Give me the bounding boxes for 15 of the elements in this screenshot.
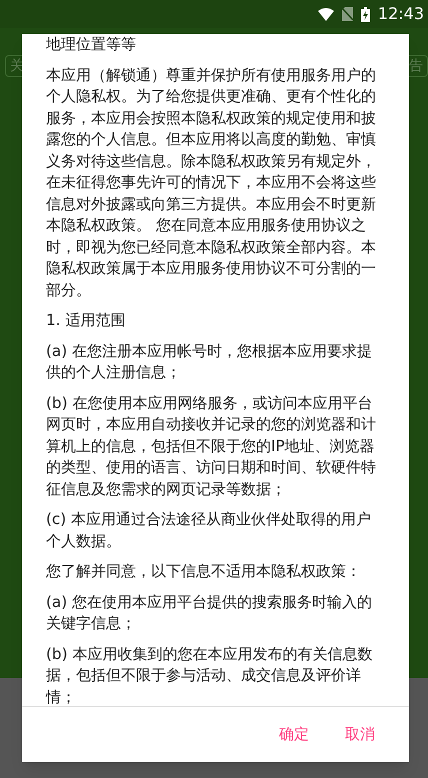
policy-paragraph: (b) 在您使用本应用网络服务，或访问本应用平台网页时，本应用自动接收并记录的您的浏览器和计算机上的信息，包括但不限于您的IP地址、浏览器的类型、使用的语言、访问日期和时间、软硬件特征信息及您需求的网页记录等数据； [46,392,377,500]
no-sim-icon [342,7,353,21]
battery-charging-icon [360,6,370,22]
policy-paragraph: (b) 本应用收集到的您在本应用发布的有关信息数据，包括但不限于参与活动、成交信息及评价详情； [46,644,374,706]
clock-time: 12:43 [378,6,424,22]
policy-paragraph: 1. 适用范围 [46,310,126,331]
policy-paragraph: 本应用（解锁通）尊重并保护所有使用服务用户的个人隐私权。为了给您提供更准确、更有个性化的服务，本应用会按照本隐私权政策的规定使用和披露您的个人信息。但本应用将以高度的勤勉、审慎义务对待这些信息。除本隐私权政策另有规定外，在未征得您事先许可的情况下，本应用不会将这些信息对外披露或向第三方提供。本应用会不时更新本隐私权政策。 您在同意本应用服务使用协议之时，即视为您已经同意本隐私权政策全部内容。本隐私权政策属于本应用服务使用协议不可分割的一部分。 [46,64,377,300]
policy-paragraph: 您了解并同意，以下信息不适用本隐私权政策： [46,561,362,582]
wifi-icon [318,8,334,20]
policy-paragraph: 地理位置等等 [46,34,137,55]
dialog-button[interactable]: 确定 [275,719,313,750]
policy-paragraph: (c) 本应用通过合法途径从商业伙伴处取得的用户个人数据。 [46,509,372,552]
dialog-button[interactable]: 取消 [341,719,379,750]
policy-paragraph: (a) 在您注册本应用帐号时，您根据本应用要求提供的个人注册信息； [46,340,373,383]
policy-paragraph: (a) 您在使用本应用平台提供的搜索服务时输入的关键字信息； [46,592,373,634]
